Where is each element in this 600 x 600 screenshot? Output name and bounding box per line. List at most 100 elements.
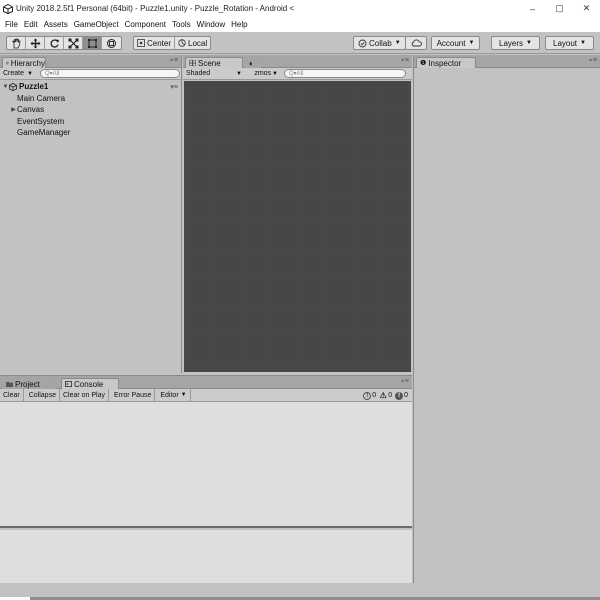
- foldout-closed-icon[interactable]: ▶: [10, 106, 17, 113]
- rotate-tool-icon[interactable]: [45, 37, 64, 49]
- tab-project[interactable]: Project: [2, 378, 56, 389]
- cloud-icon: [411, 39, 422, 47]
- inspector-panel: ❶ Inspector ▪≡: [413, 55, 600, 583]
- close-button[interactable]: ✕: [573, 0, 600, 17]
- list-item-label: GameManager: [17, 128, 71, 138]
- create-label: Create: [3, 70, 25, 77]
- inspector-panel-menu-icon[interactable]: ▪≡: [589, 57, 598, 64]
- editor-label: Editor: [160, 391, 179, 399]
- collab-dropdown-icon: ▼: [394, 40, 401, 46]
- menu-tools[interactable]: Tools: [169, 20, 194, 29]
- folder-icon: [6, 382, 13, 387]
- console-detail-area[interactable]: [0, 530, 412, 583]
- gizmos-dropdown-icon: ▼: [272, 70, 278, 77]
- scene-name: Puzzle1: [19, 82, 49, 92]
- hierarchy-search-placeholder: Q▾All: [44, 71, 60, 77]
- scene-grid: [184, 81, 411, 372]
- warning-icon: ⚠: [379, 391, 387, 400]
- scene-search-input[interactable]: Q▾All: [284, 69, 406, 78]
- create-dropdown[interactable]: Create ▼: [0, 70, 36, 77]
- list-item[interactable]: Main Camera: [0, 93, 181, 105]
- tab-scene[interactable]: Scene: [185, 57, 243, 68]
- menu-file[interactable]: File: [2, 20, 21, 29]
- minimize-button[interactable]: –: [519, 0, 546, 17]
- scale-tool-icon[interactable]: [64, 37, 83, 49]
- tab-hierarchy[interactable]: Hierarchy: [2, 57, 46, 68]
- account-label: Account: [436, 38, 466, 48]
- tab-project-label: Project: [15, 379, 40, 389]
- pivot-rotation-button[interactable]: Local: [175, 37, 210, 49]
- clear-button[interactable]: Clear: [0, 389, 24, 401]
- maximize-button[interactable]: ▢: [546, 0, 573, 17]
- tab-hierarchy-label: Hierarchy: [10, 58, 45, 68]
- scene-toolbar: Shaded ▼ Gizmos ▼ Q▾All: [183, 68, 412, 80]
- error-pause-button[interactable]: Error Pause: [111, 389, 156, 401]
- hierarchy-list-icon: [6, 61, 9, 65]
- hierarchy-search-input[interactable]: Q▾All: [39, 69, 180, 78]
- menu-assets[interactable]: Assets: [41, 20, 71, 29]
- editor-dropdown[interactable]: Editor ▼: [157, 389, 191, 401]
- move-tool-icon[interactable]: [26, 37, 45, 49]
- layout-label: Layout: [553, 38, 578, 48]
- layers-dropdown-icon: ▼: [526, 40, 532, 46]
- scene-panel-menu-icon[interactable]: ▪≡: [401, 57, 410, 64]
- warning-count-toggle[interactable]: ⚠ 0: [379, 391, 393, 400]
- pivot-center-icon: [137, 39, 145, 47]
- tab-game[interactable]: ◐: [245, 57, 261, 68]
- gizmos-dropdown[interactable]: Gizmos ▼: [251, 70, 281, 77]
- pivot-mode-button[interactable]: Center: [134, 37, 176, 49]
- unity-logo-icon: [3, 3, 13, 14]
- collapse-button[interactable]: Collapse: [26, 389, 60, 401]
- list-item-label: Main Camera: [17, 93, 66, 103]
- tab-console[interactable]: Console: [61, 378, 119, 389]
- account-dropdown[interactable]: Account ▼: [431, 36, 480, 50]
- shading-mode-dropdown[interactable]: Shaded ▼: [183, 70, 245, 77]
- hand-tool-icon[interactable]: [7, 37, 26, 49]
- scene-panel: Scene ◐ ▪≡ Shaded ▼ Gizmos ▼ Q▾All: [183, 55, 412, 373]
- console-tabstrip: Project Console ▪≡: [0, 376, 412, 389]
- scene-menu-icon[interactable]: ▾≡: [170, 83, 178, 91]
- tab-console-label: Console: [74, 379, 104, 389]
- hierarchy-toolbar: Create ▼ Q▾All: [0, 68, 181, 80]
- list-item[interactable]: ▶ Canvas: [0, 104, 181, 116]
- tab-scene-label: Scene: [198, 58, 221, 68]
- layout-dropdown[interactable]: Layout ▼: [545, 36, 594, 50]
- scene-row[interactable]: ▼ Puzzle1 ▾≡: [0, 81, 181, 93]
- menu-window[interactable]: Window: [194, 20, 228, 29]
- menu-gameobject[interactable]: GameObject: [71, 20, 122, 29]
- layers-label: Layers: [499, 38, 524, 48]
- log-count-toggle[interactable]: ! 0: [363, 391, 376, 400]
- collab-button[interactable]: Collab ▼: [353, 36, 406, 50]
- transform-tool-icon[interactable]: [102, 37, 121, 49]
- tab-inspector[interactable]: ❶ Inspector: [416, 57, 476, 68]
- menu-help[interactable]: Help: [228, 20, 250, 29]
- clear-on-play-button[interactable]: Clear on Play: [60, 389, 110, 401]
- account-dropdown-icon: ▼: [468, 40, 475, 46]
- local-rotation-icon: [178, 39, 186, 47]
- console-panel-menu-icon[interactable]: ▪≡: [401, 378, 410, 385]
- hierarchy-tabstrip: Hierarchy ▪≡: [0, 55, 181, 68]
- shading-mode-label: Shaded: [186, 70, 211, 77]
- shading-dropdown-icon: ▼: [236, 70, 242, 77]
- pivot-rotation-label: Local: [188, 38, 208, 48]
- error-count-toggle[interactable]: ! 0: [395, 391, 408, 400]
- layers-dropdown[interactable]: Layers ▼: [491, 36, 540, 50]
- panel-menu-icon[interactable]: ▪≡: [170, 57, 179, 64]
- hierarchy-panel: Hierarchy ▪≡ Create ▼ Q▾All ▼ Puzzle1 ▾≡…: [0, 55, 182, 373]
- pivot-mode-label: Center: [147, 38, 172, 48]
- console-log-list[interactable]: [0, 402, 412, 528]
- transform-tools: [6, 36, 122, 50]
- info-circle-icon: ❶: [420, 60, 427, 67]
- list-item[interactable]: GameManager: [0, 127, 181, 139]
- menu-edit[interactable]: Edit: [21, 20, 41, 29]
- scene-unity-icon: [9, 82, 17, 91]
- scene-tabstrip: Scene ◐ ▪≡: [183, 55, 412, 68]
- foldout-open-icon[interactable]: ▼: [2, 84, 9, 90]
- list-item[interactable]: EventSystem: [0, 116, 181, 128]
- rect-tool-icon[interactable]: [83, 37, 102, 49]
- scene-viewport[interactable]: [184, 81, 411, 372]
- cloud-button[interactable]: [405, 36, 427, 50]
- collab-icon: [358, 39, 367, 47]
- inspector-body: [414, 68, 600, 583]
- menu-component[interactable]: Component: [122, 20, 169, 29]
